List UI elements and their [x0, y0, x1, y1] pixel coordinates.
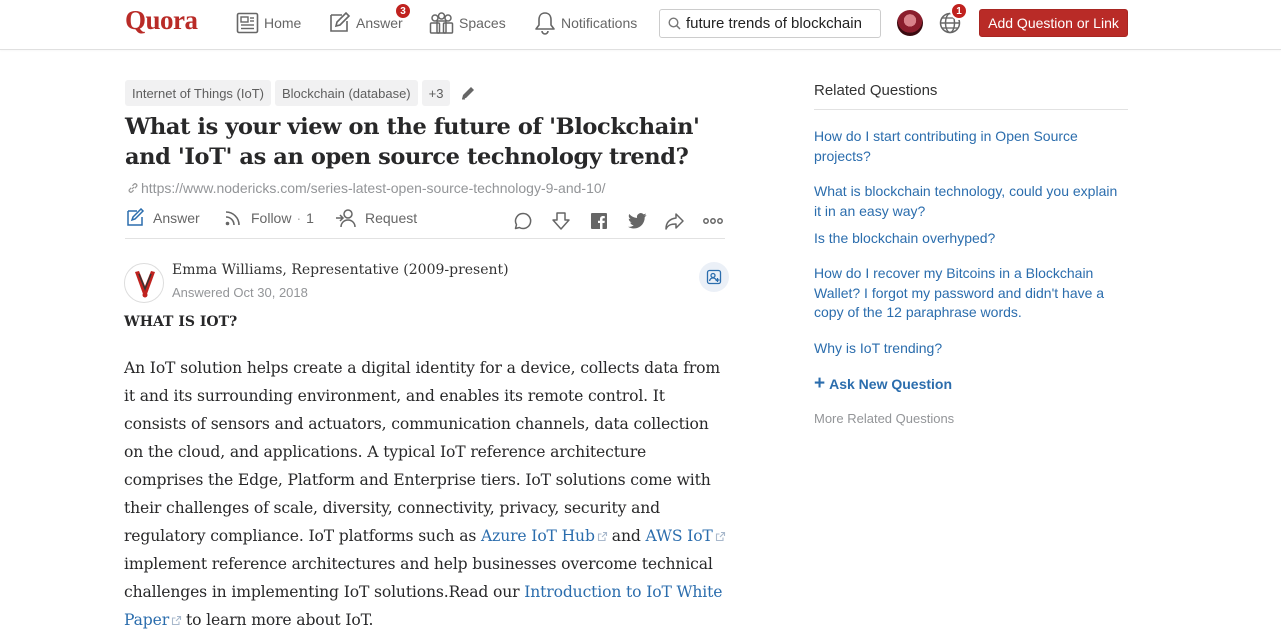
comment-icon: [514, 212, 532, 230]
nav-spaces[interactable]: Spaces: [429, 9, 506, 37]
facebook-icon: [591, 213, 607, 229]
search-input[interactable]: [686, 15, 876, 32]
question-title[interactable]: What is your view on the future of 'Bloc…: [125, 112, 725, 172]
answer-button-label: Answer: [153, 210, 200, 226]
answer-body: An IoT solution helps create a digital i…: [124, 354, 730, 634]
twitter-icon: [627, 213, 646, 229]
request-button-label: Request: [365, 210, 418, 226]
related-question-link[interactable]: Why is IoT trending?: [814, 339, 1128, 359]
twitter-share-button[interactable]: [626, 210, 648, 232]
follow-count: 1: [306, 210, 314, 226]
nav-answer[interactable]: Answer: [327, 9, 403, 37]
search-icon: [668, 17, 681, 30]
user-avatar[interactable]: [897, 10, 923, 36]
nav-home[interactable]: Home: [236, 9, 301, 37]
related-question-link[interactable]: Is the blockchain overhyped?: [814, 229, 1128, 249]
more-related-questions-link[interactable]: More Related Questions: [814, 411, 954, 426]
topic-tag[interactable]: Internet of Things (IoT): [125, 80, 271, 106]
follow-button[interactable]: Follow · 1: [223, 208, 314, 228]
external-link-icon: [171, 615, 182, 626]
nav-home-label: Home: [264, 15, 302, 31]
related-question-link[interactable]: How do I recover my Bitcoins in a Blockc…: [814, 264, 1128, 323]
follow-icon: [225, 211, 240, 226]
more-options-button[interactable]: [702, 210, 724, 232]
share-icon: [665, 213, 684, 230]
follow-separator: ·: [296, 210, 302, 226]
home-icon: [236, 12, 259, 34]
answer-count-badge: 3: [394, 2, 412, 20]
aws-iot-link[interactable]: AWS IoT: [645, 527, 712, 545]
quora-logo[interactable]: Quora: [125, 5, 198, 36]
downvote-button[interactable]: [550, 210, 572, 232]
answer-heading: WHAT IS IOT?: [124, 314, 238, 330]
spaces-icon: [429, 12, 454, 34]
author-logo-icon: [135, 271, 155, 298]
answer-text: An IoT solution helps create a digital i…: [124, 359, 721, 545]
share-button[interactable]: [664, 210, 686, 232]
request-button[interactable]: Request: [335, 208, 417, 228]
bell-icon: [535, 12, 555, 35]
add-person-icon: [706, 269, 722, 285]
author-avatar[interactable]: [124, 263, 164, 303]
azure-iot-hub-link[interactable]: Azure IoT Hub: [481, 527, 595, 545]
sidebar-divider: [814, 109, 1128, 110]
answer-text: and: [611, 527, 641, 545]
more-icon: [703, 218, 723, 224]
follow-author-button[interactable]: [699, 262, 729, 292]
answer-text: to learn more about IoT.: [186, 611, 374, 629]
topic-tags: Internet of Things (IoT) Blockchain (dat…: [125, 80, 476, 106]
related-questions-title: Related Questions: [814, 82, 938, 99]
follow-button-label: Follow: [251, 210, 292, 226]
request-icon: [336, 209, 356, 228]
related-question-link[interactable]: How do I start contributing in Open Sour…: [814, 127, 1128, 166]
answer-button[interactable]: Answer: [125, 208, 200, 228]
answer-date[interactable]: Answered Oct 30, 2018: [172, 285, 308, 300]
nav-notifications-label: Notifications: [561, 15, 638, 31]
plus-icon: +: [814, 373, 826, 394]
link-icon: [128, 183, 138, 193]
downvote-icon: [552, 212, 570, 230]
question-source-link[interactable]: https://www.nodericks.com/series-latest-…: [127, 180, 606, 196]
nav-spaces-label: Spaces: [459, 15, 506, 31]
search-box[interactable]: [659, 9, 881, 38]
comment-button[interactable]: [512, 210, 534, 232]
answer-pencil-icon: [330, 11, 351, 32]
top-nav-bar: Quora Home Answer 3 Spaces Notifications…: [0, 0, 1281, 50]
globe-badge: 1: [950, 2, 968, 20]
author-name[interactable]: Emma Williams, Representative (2009-pres…: [172, 262, 509, 278]
answer-pencil-icon: [127, 208, 145, 226]
external-link-icon: [597, 531, 607, 542]
facebook-share-button[interactable]: [588, 210, 610, 232]
topic-tag[interactable]: Blockchain (database): [275, 80, 418, 106]
question-source-url: https://www.nodericks.com/series-latest-…: [141, 180, 606, 196]
edit-icon: [462, 87, 475, 100]
nav-notifications[interactable]: Notifications: [534, 9, 637, 37]
ask-new-question-button[interactable]: + Ask New Question: [814, 373, 953, 394]
more-tags[interactable]: +3: [421, 80, 451, 106]
ask-new-question-label: Ask New Question: [829, 376, 953, 392]
question-action-bar: Answer Follow · 1 Request: [125, 206, 725, 239]
edit-topics-button[interactable]: [460, 85, 476, 101]
external-link-icon: [715, 531, 725, 542]
add-question-button[interactable]: Add Question or Link: [979, 9, 1128, 37]
related-question-link[interactable]: What is blockchain technology, could you…: [814, 182, 1128, 221]
